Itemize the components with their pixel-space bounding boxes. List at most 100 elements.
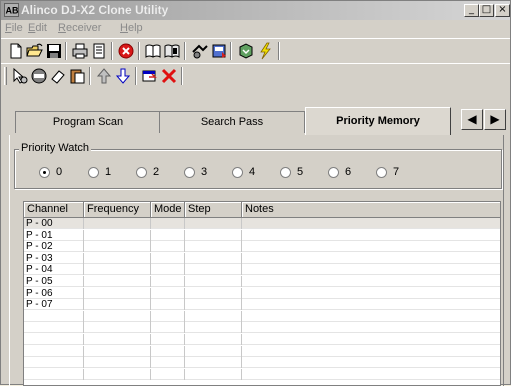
no-icon[interactable] <box>30 67 48 85</box>
cell-step[interactable] <box>185 287 242 299</box>
cell-step[interactable] <box>185 241 242 253</box>
minimize-button[interactable]: _ <box>464 4 479 17</box>
cell-mode[interactable] <box>151 334 185 345</box>
table-row[interactable] <box>24 345 500 357</box>
table-row[interactable] <box>24 334 500 345</box>
cell-step[interactable] <box>185 252 242 264</box>
cell-frequency[interactable] <box>84 276 151 287</box>
download-icon[interactable] <box>210 42 228 60</box>
cell-channel[interactable] <box>24 357 84 369</box>
cell-step[interactable] <box>185 229 242 241</box>
cell-step[interactable] <box>185 310 242 322</box>
cell-mode[interactable] <box>151 345 185 357</box>
print-icon[interactable] <box>71 42 89 60</box>
read-radio-icon[interactable] <box>144 42 162 60</box>
cell-mode[interactable] <box>151 299 185 311</box>
cell-frequency[interactable] <box>84 264 151 276</box>
pointer-icon[interactable] <box>11 67 29 85</box>
tab-scroll-left-button[interactable]: ◀ <box>461 109 483 130</box>
tab-search-pass[interactable]: Search Pass <box>159 111 305 133</box>
column-header-frequency[interactable]: Frequency <box>84 202 151 218</box>
table-row[interactable]: P - 03 <box>24 252 500 264</box>
save-icon[interactable] <box>45 42 63 60</box>
column-header-channel[interactable]: Channel <box>24 202 84 218</box>
cell-notes[interactable] <box>242 346 500 357</box>
close-button[interactable]: × <box>495 4 510 17</box>
transfer-icon[interactable] <box>237 42 255 60</box>
cell-frequency[interactable] <box>84 357 151 369</box>
cell-notes[interactable] <box>242 253 500 264</box>
cell-notes[interactable] <box>242 276 500 287</box>
tab-program-scan[interactable]: Program Scan <box>15 111 161 133</box>
column-header-mode[interactable]: Mode <box>151 202 185 218</box>
cell-frequency[interactable] <box>84 287 151 299</box>
lightning-icon[interactable] <box>256 42 274 60</box>
cell-frequency[interactable] <box>84 334 151 345</box>
cell-mode[interactable] <box>151 218 185 229</box>
cell-step[interactable] <box>185 276 242 287</box>
cell-mode[interactable] <box>151 264 185 276</box>
cell-channel[interactable] <box>24 345 84 357</box>
cell-mode[interactable] <box>151 357 185 369</box>
cell-mode[interactable] <box>151 229 185 241</box>
cell-notes[interactable] <box>242 218 500 229</box>
cell-mode[interactable] <box>151 287 185 299</box>
cell-notes[interactable] <box>242 230 500 241</box>
cell-notes[interactable] <box>242 369 500 380</box>
cell-mode[interactable] <box>151 276 185 287</box>
cell-channel[interactable]: P - 00 <box>24 218 84 229</box>
table-row[interactable] <box>24 357 500 369</box>
cell-frequency[interactable] <box>84 299 151 311</box>
delete-icon[interactable] <box>160 67 178 85</box>
table-row[interactable]: P - 00 <box>24 218 500 229</box>
write-radio-icon[interactable] <box>163 42 181 60</box>
new-icon[interactable] <box>7 42 25 60</box>
cell-notes[interactable] <box>242 311 500 322</box>
cell-step[interactable] <box>185 322 242 334</box>
stop-icon[interactable] <box>117 42 135 60</box>
cell-mode[interactable] <box>151 241 185 253</box>
cell-mode[interactable] <box>151 310 185 322</box>
cell-mode[interactable] <box>151 252 185 264</box>
cell-step[interactable] <box>185 368 242 380</box>
table-row[interactable]: P - 01 <box>24 229 500 241</box>
cell-notes[interactable] <box>242 241 500 252</box>
table-row[interactable]: P - 06 <box>24 287 500 299</box>
cell-channel[interactable]: P - 06 <box>24 287 84 299</box>
cell-channel[interactable] <box>24 334 84 345</box>
cell-step[interactable] <box>185 299 242 311</box>
cell-frequency[interactable] <box>84 218 151 229</box>
table-row[interactable]: P - 07 <box>24 299 500 311</box>
move-down-icon[interactable] <box>114 67 132 85</box>
column-header-step[interactable]: Step <box>185 202 242 218</box>
insert-icon[interactable] <box>141 67 159 85</box>
cell-channel[interactable]: P - 01 <box>24 229 84 241</box>
print-preview-icon[interactable] <box>90 42 108 60</box>
menu-receiver[interactable]: Receiver <box>58 22 101 34</box>
cell-notes[interactable] <box>242 334 500 345</box>
cell-notes[interactable] <box>242 288 500 299</box>
title-bar[interactable]: AB Alinco DJ-X2 Clone Utility _ □ × <box>1 1 510 20</box>
menu-edit[interactable]: Edit <box>28 22 47 34</box>
move-up-icon[interactable] <box>95 67 113 85</box>
cell-channel[interactable] <box>24 368 84 380</box>
toolbar-grip[interactable] <box>4 67 7 85</box>
cell-step[interactable] <box>185 218 242 229</box>
cell-step[interactable] <box>185 345 242 357</box>
cell-frequency[interactable] <box>84 252 151 264</box>
eraser-icon[interactable] <box>49 67 67 85</box>
cell-frequency[interactable] <box>84 310 151 322</box>
menu-help[interactable]: Help <box>120 22 143 34</box>
cell-channel[interactable] <box>24 310 84 322</box>
column-header-notes[interactable]: Notes <box>242 202 500 218</box>
cell-channel[interactable]: P - 02 <box>24 241 84 253</box>
table-row[interactable]: P - 05 <box>24 276 500 287</box>
cell-mode[interactable] <box>151 322 185 334</box>
cell-channel[interactable]: P - 05 <box>24 276 84 287</box>
cell-step[interactable] <box>185 334 242 345</box>
open-icon[interactable] <box>26 42 44 60</box>
cell-channel[interactable]: P - 04 <box>24 264 84 276</box>
menu-file[interactable]: File <box>5 22 23 34</box>
priority-memory-grid[interactable]: Channel Frequency Mode Step Notes P - 00… <box>23 201 501 386</box>
table-row[interactable] <box>24 310 500 322</box>
